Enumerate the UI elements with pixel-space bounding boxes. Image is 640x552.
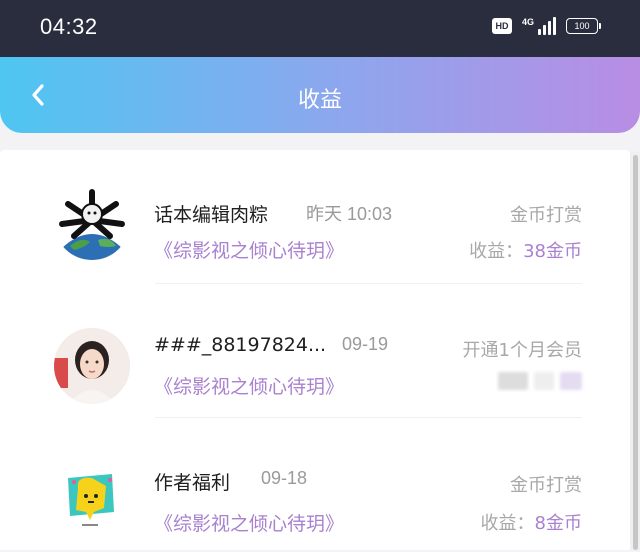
item-date: 09-18 (261, 468, 308, 488)
income-amount: 38金币 (523, 241, 582, 262)
list-item[interactable]: 话本编辑肉粽 昨天 10:03 《综影视之倾心待玥》 金币打赏 收益：38金币 (0, 150, 630, 284)
battery-icon: 100 (566, 18, 601, 34)
page-title: 收益 (297, 88, 342, 113)
item-user-name: 作者福利 (154, 472, 231, 494)
network-type: 4G (521, 17, 534, 27)
income-label: 收益： (480, 513, 535, 534)
status-icons: HD 4G 100 (491, 17, 601, 35)
item-work-link[interactable]: 《综影视之倾心待玥》 (154, 372, 344, 399)
woman-photo-avatar-icon (54, 328, 130, 404)
battery-level: 100 (574, 21, 590, 31)
status-time: 04:32 (40, 14, 98, 39)
signal-icon: 4G (522, 17, 556, 35)
income-amount: 8金币 (534, 513, 582, 534)
chat-bubble-mascot-avatar-icon (54, 468, 130, 544)
status-bar: 04:32 HD 4G 100 (0, 0, 640, 57)
scrollbar-thumb[interactable] (633, 155, 638, 550)
item-income: 收益：8金币 (481, 509, 582, 535)
page-header: 收益 (0, 57, 640, 133)
list-item[interactable]: ###_88197824... 09-19 《综影视之倾心待玥》 开通1个月会员 (0, 284, 630, 418)
item-type: 开通1个月会员 (462, 340, 582, 361)
item-date: 昨天 10:03 (306, 204, 393, 224)
blurred-income (490, 370, 582, 392)
income-label: 收益： (469, 241, 524, 262)
item-type: 金币打赏 (510, 475, 582, 496)
space-figure-avatar-icon (54, 184, 130, 260)
item-work-link[interactable]: 《综影视之倾心待玥》 (154, 236, 344, 263)
item-user-name: 话本编辑肉粽 (154, 204, 269, 226)
item-user-name: ###_88197824... (154, 334, 327, 356)
item-income: 收益：38金币 (469, 237, 582, 263)
item-date: 09-19 (342, 334, 389, 354)
list-item[interactable]: 作者福利 09-18 《综影视之倾心待玥》 金币打赏 收益：8金币 (0, 418, 630, 552)
item-type: 金币打赏 (510, 205, 582, 226)
hd-icon: HD (491, 18, 512, 34)
item-work-link[interactable]: 《综影视之倾心待玥》 (154, 509, 344, 536)
